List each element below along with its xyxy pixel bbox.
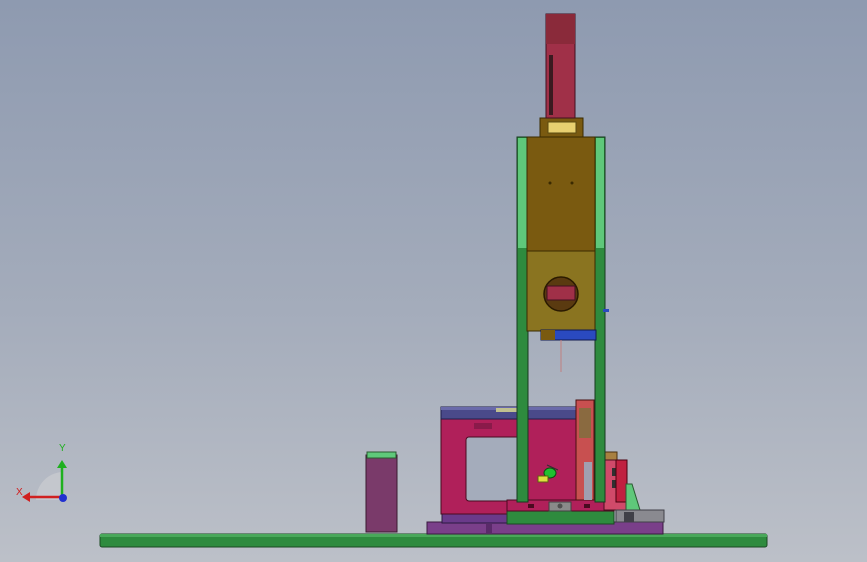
cylinder-block[interactable] (365, 451, 398, 533)
servo-motor[interactable] (539, 13, 584, 138)
y-axis-label: Y (59, 443, 66, 454)
x-axis-label: X (16, 487, 23, 498)
base-plate[interactable] (99, 533, 768, 548)
lower-table[interactable] (506, 499, 615, 525)
orientation-triad (22, 460, 67, 502)
y-axis-arrowhead (57, 460, 67, 468)
assembly-drawing[interactable] (0, 0, 867, 562)
press-frame[interactable] (440, 406, 581, 515)
z-axis-dot (59, 494, 67, 502)
cad-viewport[interactable]: Y X (0, 0, 867, 562)
x-axis-arrowhead (22, 492, 30, 502)
